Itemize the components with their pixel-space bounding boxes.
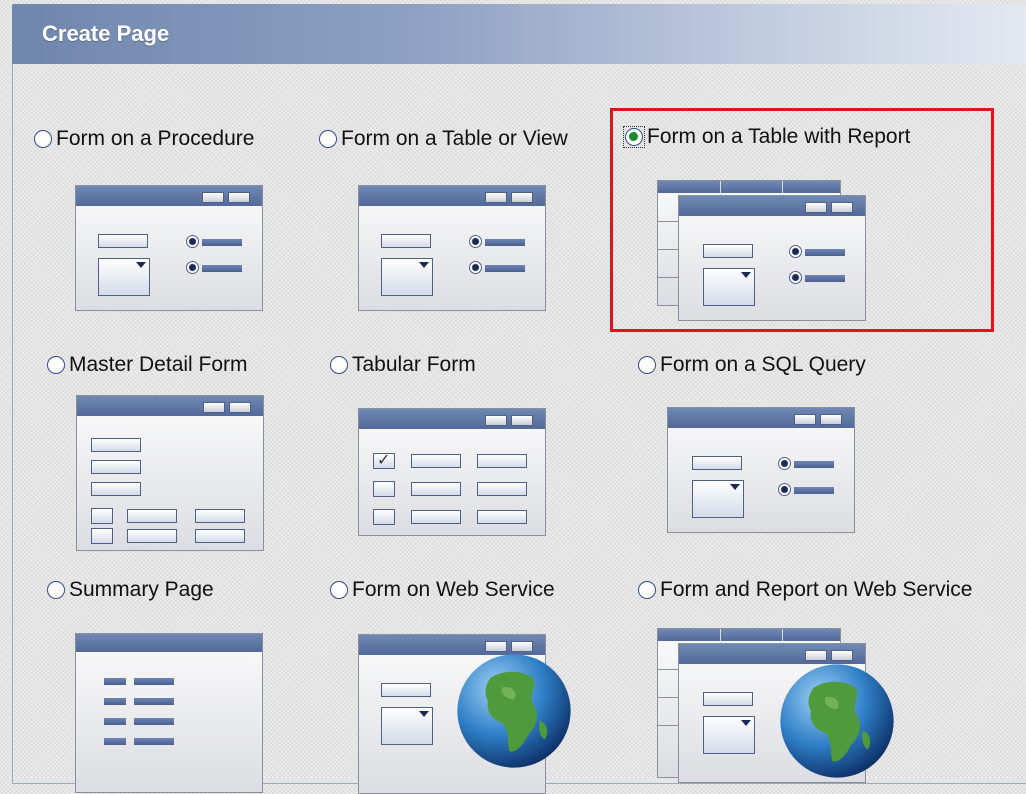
- option-tabular-form[interactable]: Tabular Form: [330, 353, 476, 377]
- option-form-on-web-service[interactable]: Form on Web Service: [330, 578, 555, 602]
- form-window-icon[interactable]: [667, 407, 855, 533]
- form-window-icon[interactable]: [358, 185, 546, 311]
- option-form-on-sql-query[interactable]: Form on a SQL Query: [638, 353, 866, 377]
- radio-form-on-procedure[interactable]: [34, 130, 52, 148]
- summary-page-icon[interactable]: [75, 633, 263, 793]
- option-form-on-table-or-view[interactable]: Form on a Table or View: [319, 127, 568, 151]
- option-label: Master Detail Form: [69, 353, 248, 376]
- globe-icon: [780, 664, 894, 778]
- option-summary-page[interactable]: Summary Page: [47, 578, 214, 602]
- tabular-form-icon[interactable]: [358, 408, 546, 536]
- option-form-on-procedure[interactable]: Form on a Procedure: [34, 127, 254, 151]
- radio-form-on-web-service[interactable]: [330, 581, 348, 599]
- option-label: Form on Web Service: [352, 578, 555, 601]
- master-detail-form-icon[interactable]: [76, 395, 264, 551]
- option-label: Form on a Table or View: [341, 127, 568, 150]
- panel-header: Create Page: [12, 4, 1026, 64]
- radio-tabular-form[interactable]: [330, 356, 348, 374]
- page-title: Create Page: [42, 21, 170, 46]
- option-label: Tabular Form: [352, 353, 476, 376]
- form-window-icon[interactable]: [75, 185, 263, 311]
- option-master-detail-form[interactable]: Master Detail Form: [47, 353, 248, 377]
- option-label: Form and Report on Web Service: [660, 578, 973, 601]
- radio-master-detail-form[interactable]: [47, 356, 65, 374]
- option-form-and-report-on-web-service[interactable]: Form and Report on Web Service: [638, 578, 972, 602]
- option-label: Form on a Procedure: [56, 127, 255, 150]
- option-label: Summary Page: [69, 578, 214, 601]
- form-window-icon[interactable]: [678, 195, 866, 321]
- radio-form-on-table-or-view[interactable]: [319, 130, 337, 148]
- radio-form-on-sql-query[interactable]: [638, 356, 656, 374]
- globe-icon: [457, 654, 571, 768]
- radio-summary-page[interactable]: [47, 581, 65, 599]
- checkmark-icon: [373, 450, 395, 470]
- option-label: Form on a SQL Query: [660, 353, 866, 376]
- radio-form-and-report-on-web-service[interactable]: [638, 581, 656, 599]
